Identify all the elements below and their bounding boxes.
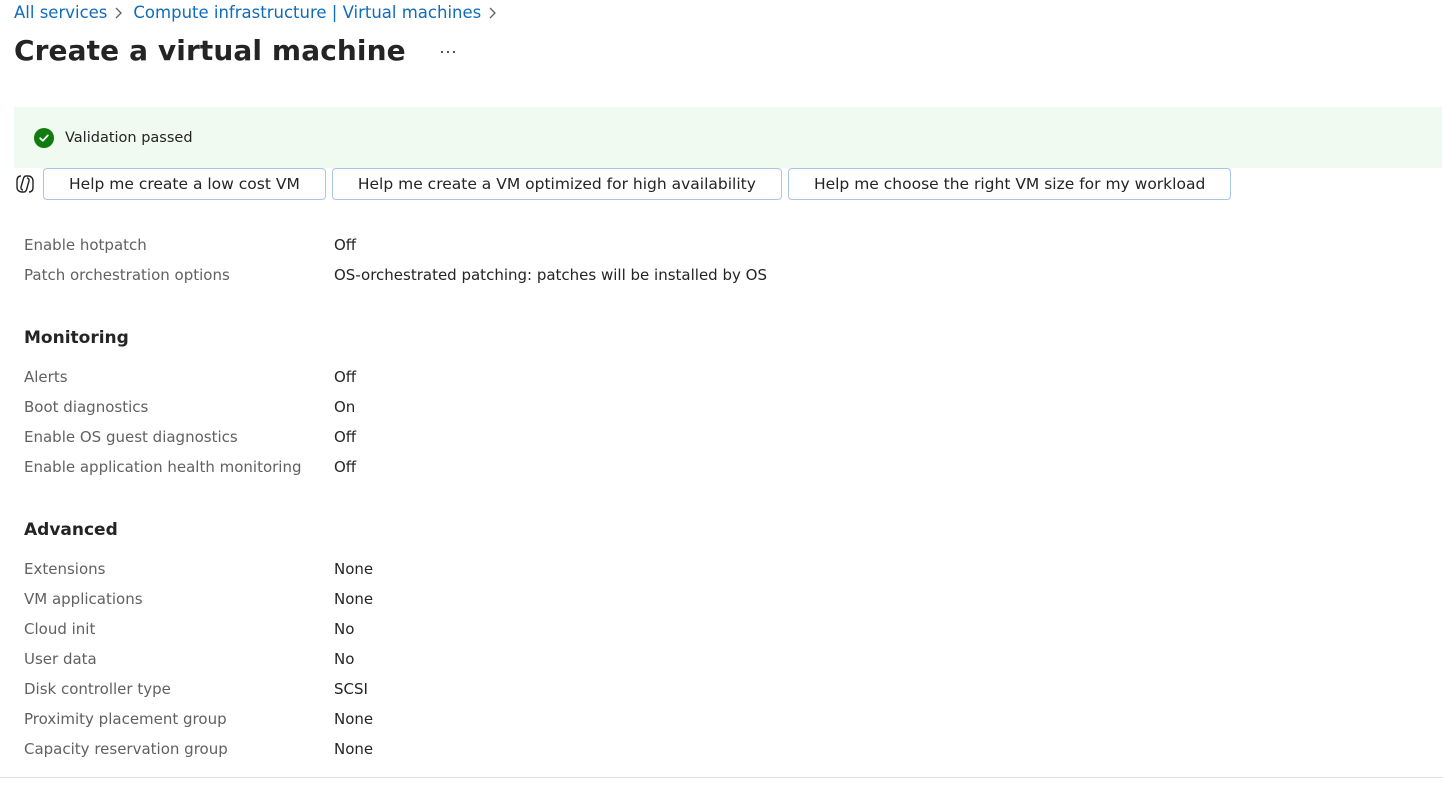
summary-label: Enable application health monitoring (24, 458, 302, 476)
summary-label: Extensions (24, 560, 106, 578)
summary-label: Enable OS guest diagnostics (24, 428, 238, 446)
checkmark-circle-icon (34, 127, 54, 148)
validation-banner: Validation passed (14, 107, 1442, 168)
summary-value: Off (334, 236, 357, 254)
summary-value: SCSI (334, 680, 368, 698)
summary-value: None (334, 740, 374, 758)
page: All services Compute infrastructure | Vi… (0, 0, 1443, 802)
section-heading-advanced: Advanced (24, 520, 118, 540)
summary-row-enable-hotpatch: Enable hotpatch Off (24, 230, 356, 260)
summary-value: Off (334, 368, 357, 386)
summary-row-patch-orchestration: Patch orchestration options OS-orchestra… (24, 260, 767, 290)
suggestion-low-cost-vm-button[interactable]: Help me create a low cost VM (43, 168, 326, 200)
chevron-right-icon (487, 6, 501, 20)
summary-row-alerts: Alerts Off (24, 362, 356, 392)
more-options-button[interactable] (436, 38, 460, 64)
summary-row-extensions: Extensions None (24, 554, 373, 584)
summary-value: None (334, 710, 374, 728)
footer-divider (0, 777, 1443, 778)
summary-row-app-health-monitoring: Enable application health monitoring Off (24, 452, 356, 482)
summary-value: None (334, 590, 374, 608)
summary-label: Patch orchestration options (24, 266, 230, 284)
summary-row-disk-controller-type: Disk controller type SCSI (24, 674, 368, 704)
chevron-right-icon (113, 6, 127, 20)
summary-label: Boot diagnostics (24, 398, 149, 416)
summary-row-cloud-init: Cloud init No (24, 614, 354, 644)
summary-row-os-guest-diagnostics: Enable OS guest diagnostics Off (24, 422, 356, 452)
title-row: Create a virtual machine (14, 34, 460, 67)
summary-label: Alerts (24, 368, 68, 386)
summary-value: On (334, 398, 356, 416)
summary-label: Capacity reservation group (24, 740, 228, 758)
suggestion-vm-size-button[interactable]: Help me choose the right VM size for my … (787, 168, 1232, 200)
summary-label: VM applications (24, 590, 143, 608)
breadcrumb-link-virtual-machines[interactable]: Compute infrastructure | Virtual machine… (133, 3, 481, 22)
breadcrumb: All services Compute infrastructure | Vi… (14, 3, 507, 22)
summary-label: User data (24, 650, 97, 668)
summary-label: Proximity placement group (24, 710, 227, 728)
suggestion-high-availability-button[interactable]: Help me create a VM optimized for high a… (331, 168, 782, 200)
validation-status-text: Validation passed (65, 129, 193, 146)
summary-value: No (334, 650, 355, 668)
page-title: Create a virtual machine (14, 34, 406, 67)
copilot-icon (14, 173, 36, 195)
summary-value: Off (334, 428, 357, 446)
summary-label: Cloud init (24, 620, 96, 638)
summary-value: None (334, 560, 374, 578)
copilot-suggestions: Help me create a low cost VM Help me cre… (14, 168, 1237, 200)
summary-row-capacity-reservation-group: Capacity reservation group None (24, 734, 373, 764)
summary-value: No (334, 620, 355, 638)
summary-row-proximity-placement-group: Proximity placement group None (24, 704, 373, 734)
summary-label: Enable hotpatch (24, 236, 147, 254)
summary-value: OS-orchestrated patching: patches will b… (334, 266, 767, 284)
summary-row-vm-applications: VM applications None (24, 584, 373, 614)
section-heading-monitoring: Monitoring (24, 328, 129, 348)
ellipsis-icon (440, 50, 455, 53)
summary-row-boot-diagnostics: Boot diagnostics On (24, 392, 355, 422)
summary-row-user-data: User data No (24, 644, 354, 674)
summary-value: Off (334, 458, 357, 476)
breadcrumb-link-all-services[interactable]: All services (14, 3, 107, 22)
summary-label: Disk controller type (24, 680, 171, 698)
